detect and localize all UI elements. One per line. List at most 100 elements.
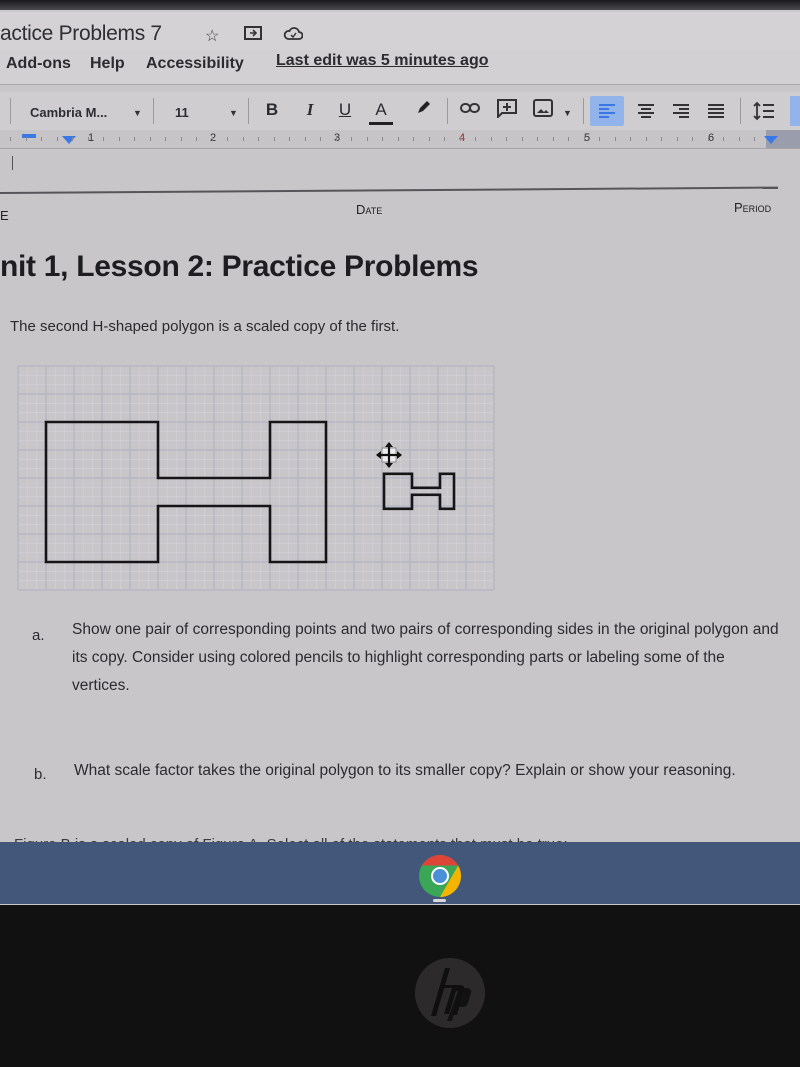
ruler-number: 5 [584,132,591,144]
ruler-tick [10,137,11,141]
ruler-tick [506,137,507,141]
grid-paper [17,365,495,591]
highlight-pen-icon[interactable] [412,98,436,121]
ruler-tick [568,137,569,141]
insert-image-icon[interactable] [531,98,555,123]
ruler[interactable]: 1 2 3 4 5 6 [0,130,800,149]
ruler-tick [428,137,430,141]
question-a-label: a. [32,627,45,644]
scaled-copy-h-polygon[interactable] [382,472,456,511]
ruler-tick [366,137,368,141]
toolbar-divider [447,98,448,124]
ruler-tick [599,137,600,141]
chrome-app-icon[interactable] [418,854,462,898]
screen-bezel [0,0,800,10]
justify-button[interactable] [704,102,728,125]
lesson-title: nit 1, Lesson 2: Practice Problems [0,250,479,283]
chevron-down-icon[interactable]: ▼ [563,108,572,118]
chevron-down-icon[interactable]: ▼ [229,108,238,118]
ruler-tick [211,137,213,141]
ruler-tick [614,137,616,141]
toolbar-overflow-button[interactable] [790,96,800,126]
align-left-button[interactable] [590,96,624,126]
menu-accessibility[interactable]: Accessibility [146,55,244,73]
ruler-tick [103,137,104,141]
header-rule [0,186,778,194]
ruler-tick [258,137,259,141]
last-edit-link[interactable]: Last edit was 5 minutes ago [276,52,489,70]
ruler-tick [56,137,58,141]
ruler-tick [320,137,321,141]
line-spacing-icon[interactable] [752,101,776,126]
text-color-button[interactable]: A [369,100,393,125]
app-running-indicator [433,899,446,902]
ruler-tick [723,137,724,141]
italic-button[interactable]: I [298,100,322,120]
ruler-tick [459,137,461,141]
ruler-tick [490,137,492,141]
os-shelf [0,842,800,904]
menu-add-ons[interactable]: Add-ons [6,55,71,73]
ruler-tick [289,137,290,141]
question-a-text: Show one pair of corresponding points an… [72,621,779,694]
chevron-down-icon[interactable]: ▼ [133,108,142,118]
cloud-saved-icon[interactable] [283,26,304,45]
ruler-tick [397,137,399,141]
toolbar-divider [740,98,741,124]
star-icon[interactable]: ☆ [205,26,219,46]
menu-bar: Add-ons Help Accessibility Last edit was… [0,50,800,85]
ruler-tick [413,137,414,141]
ruler-tick [165,137,166,141]
ruler-tick [335,137,337,141]
ruler-tick [149,137,151,141]
ruler-tick [521,137,523,141]
title-bar: actice Problems 7 ☆ [0,12,800,52]
ruler-tick [630,137,631,141]
menu-help[interactable]: Help [90,55,125,73]
add-comment-icon[interactable] [495,98,519,123]
ruler-tick [444,137,445,141]
ruler-number: 6 [708,132,715,144]
ruler-tick [661,137,662,141]
ruler-number: 1 [88,132,95,144]
align-center-button[interactable] [634,102,658,125]
ruler-tick [537,137,538,141]
laptop-screen: actice Problems 7 ☆ Add-ons Help Accessi… [0,0,800,905]
ruler-tick [475,137,476,141]
toolbar-divider [248,98,249,124]
toolbar-divider [583,98,584,124]
document-title[interactable]: actice Problems 7 [0,22,162,46]
toolbar: Cambria M... ▼ 11 ▼ B I U A ▼ [0,92,800,130]
hp-logo-icon [415,958,485,1028]
move-to-folder-icon[interactable] [244,26,262,45]
insert-link-icon[interactable] [458,100,482,121]
ruler-tick [273,137,275,141]
first-line-indent-marker[interactable] [22,134,36,138]
header-period-label: Period [734,200,772,215]
ruler-tick [351,137,352,141]
font-size-select[interactable]: 11 [175,105,189,120]
ruler-tick [738,137,740,141]
ruler-tick [382,137,383,141]
question-b-label: b. [34,766,47,783]
ruler-tick [118,137,120,141]
ruler-tick [645,137,647,141]
font-family-select[interactable]: Cambria M... [30,105,107,120]
toolbar-divider [153,98,154,124]
ruler-tick [134,137,135,141]
ruler-tick [180,137,182,141]
ruler-tick [87,137,89,141]
ruler-tick [754,137,755,141]
bold-button[interactable]: B [260,100,284,120]
align-right-button[interactable] [669,102,693,125]
ruler-tick [72,137,73,141]
left-indent-marker[interactable] [62,136,76,144]
right-indent-marker[interactable] [764,136,778,144]
ruler-tick [196,137,197,141]
document-page[interactable]: E Date Period nit 1, Lesson 2: Practice … [0,150,800,853]
underline-button[interactable]: U [333,100,357,120]
polygon-figure[interactable] [14,362,496,594]
intro-text: The second H-shaped polygon is a scaled … [10,318,400,335]
ruler-tick [227,137,228,141]
ruler-tick [583,137,585,141]
